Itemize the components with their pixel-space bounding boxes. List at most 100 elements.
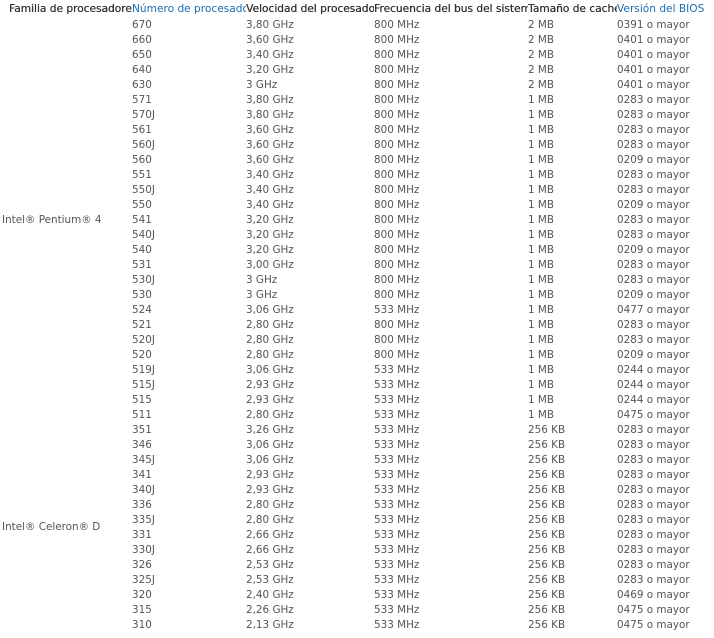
l2-cache-cell: 1 MB — [528, 108, 555, 121]
bios-version-cell: 0283 o mayor — [617, 558, 690, 571]
processor-number-cell: 520J — [132, 333, 155, 346]
l2-cache-cell: 1 MB — [528, 93, 555, 106]
processor-speed-cell: 2,80 GHz — [246, 498, 294, 511]
processor-number-cell: 540 — [132, 243, 152, 256]
processor-number-cell: 320 — [132, 588, 152, 601]
l2-cache-cell: 1 MB — [528, 198, 555, 211]
l2-cache-cell: 2 MB — [528, 63, 555, 76]
processor-compatibility-table: Familia de procesadores Número de proces… — [2, 0, 714, 632]
processor-number-cell: 345J — [132, 453, 155, 466]
l2-cache-cell: 256 KB — [528, 543, 566, 556]
bus-frequency-cell: 800 MHz — [374, 78, 420, 91]
processor-number-cell: 530J — [132, 273, 155, 286]
bus-frequency-cell: 533 MHz — [374, 513, 420, 526]
processor-number-cell: 515J — [132, 378, 155, 391]
processor-speed-cell: 2,53 GHz — [246, 558, 294, 571]
l2-cache-cell: 1 MB — [528, 138, 555, 151]
bios-version-cell: 0401 o mayor — [617, 78, 690, 91]
processor-number-cell: 660 — [132, 33, 152, 46]
bus-frequency-cell: 533 MHz — [374, 423, 420, 436]
bios-version-cell: 0283 o mayor — [617, 528, 690, 541]
bios-version-cell: 0283 o mayor — [617, 258, 690, 271]
l2-cache-cell: 1 MB — [528, 243, 555, 256]
bus-frequency-cell: 533 MHz — [374, 588, 420, 601]
processor-speed-cell: 2,93 GHz — [246, 393, 294, 406]
l2-cache-cell: 256 KB — [528, 513, 566, 526]
bios-version-cell: 0283 o mayor — [617, 423, 690, 436]
processor-speed-cell: 3,06 GHz — [246, 438, 294, 451]
bios-version-cell: 0283 o mayor — [617, 93, 690, 106]
header-bios-version-link[interactable]: Versión del BIOS — [617, 0, 714, 17]
bus-frequency-cell: 533 MHz — [374, 603, 420, 616]
bus-frequency-cell: 533 MHz — [374, 483, 420, 496]
bus-frequency-cell: 533 MHz — [374, 618, 420, 631]
bios-version-cell: 0283 o mayor — [617, 318, 690, 331]
bus-frequency-cell: 533 MHz — [374, 438, 420, 451]
processor-speed-cell: 2,80 GHz — [246, 408, 294, 421]
processor-number-cell: 335J — [132, 513, 155, 526]
bus-frequency-cell: 800 MHz — [374, 138, 420, 151]
bus-frequency-cell: 800 MHz — [374, 333, 420, 346]
bus-frequency-cell: 800 MHz — [374, 273, 420, 286]
processor-speed-cell: 3,40 GHz — [246, 198, 294, 211]
bios-version-cell: 0283 o mayor — [617, 543, 690, 556]
bus-frequency-cell: 800 MHz — [374, 213, 420, 226]
bus-frequency-cell: 800 MHz — [374, 63, 420, 76]
processor-number-cell: 630 — [132, 78, 152, 91]
bus-frequency-cell: 533 MHz — [374, 498, 420, 511]
processor-number-cell: 511 — [132, 408, 152, 421]
l2-cache-cell: 1 MB — [528, 213, 555, 226]
processor-speed-cell: 3,20 GHz — [246, 213, 294, 226]
processor-speed-cell: 2,66 GHz — [246, 528, 294, 541]
bios-version-cell: 0209 o mayor — [617, 153, 690, 166]
header-row: Familia de procesadores Número de proces… — [2, 0, 714, 17]
bios-version-cell: 0283 o mayor — [617, 138, 690, 151]
header-processor-family: Familia de procesadores — [9, 2, 132, 15]
bus-frequency-cell: 800 MHz — [374, 228, 420, 241]
bios-version-cell: 0283 o mayor — [617, 168, 690, 181]
processor-family-cell: Intel® Celeron® D — [2, 521, 101, 533]
processor-number-cell: 571 — [132, 93, 152, 106]
l2-cache-cell: 1 MB — [528, 363, 555, 376]
table-header: Familia de procesadores Número de proces… — [2, 0, 714, 17]
processor-family-cell: Intel® Pentium® 4 — [2, 213, 102, 226]
l2-cache-cell: 1 MB — [528, 318, 555, 331]
bus-frequency-cell: 533 MHz — [374, 378, 420, 391]
header-processor-speed: Velocidad del procesador — [246, 2, 374, 15]
l2-cache-cell: 2 MB — [528, 78, 555, 91]
l2-cache-cell: 256 KB — [528, 468, 566, 481]
processor-number-cell: 346 — [132, 438, 152, 451]
l2-cache-cell: 2 MB — [528, 18, 555, 31]
bios-version-cell: 0283 o mayor — [617, 453, 690, 466]
bus-frequency-cell: 533 MHz — [374, 558, 420, 571]
processor-speed-cell: 3,06 GHz — [246, 363, 294, 376]
l2-cache-cell: 1 MB — [528, 183, 555, 196]
bios-version-cell: 0401 o mayor — [617, 33, 690, 46]
processor-speed-cell: 3,06 GHz — [246, 303, 294, 316]
l2-cache-cell: 1 MB — [528, 288, 555, 301]
bios-version-cell: 0283 o mayor — [617, 228, 690, 241]
bios-version-cell: 0209 o mayor — [617, 288, 690, 301]
bus-frequency-cell: 533 MHz — [374, 543, 420, 556]
processor-speed-cell: 3,00 GHz — [246, 258, 294, 271]
processor-speed-cell: 3 GHz — [246, 78, 278, 91]
processor-speed-cell: 2,13 GHz — [246, 618, 294, 631]
l2-cache-cell: 1 MB — [528, 228, 555, 241]
processor-speed-cell: 3,20 GHz — [246, 243, 294, 256]
bios-version-cell: 0283 o mayor — [617, 108, 690, 121]
processor-number-cell: 330J — [132, 543, 155, 556]
bus-frequency-cell: 800 MHz — [374, 348, 420, 361]
header-processor-number-link[interactable]: Número de procesador — [132, 0, 246, 17]
bios-version-cell: 0283 o mayor — [617, 438, 690, 451]
l2-cache-cell: 1 MB — [528, 168, 555, 181]
bios-version-cell: 0283 o mayor — [617, 123, 690, 136]
header-l2-cache-size: Tamaño de caché L2 — [528, 2, 617, 15]
bios-version-cell: 0283 o mayor — [617, 513, 690, 526]
processor-speed-cell: 3,40 GHz — [246, 48, 294, 61]
bus-frequency-cell: 800 MHz — [374, 258, 420, 271]
processor-speed-cell: 2,80 GHz — [246, 333, 294, 346]
table-row: Intel® Pentium® 4 670 3,80 GHz 800 MHz 2 MB 0… — [2, 17, 714, 226]
bus-frequency-cell: 533 MHz — [374, 453, 420, 466]
bios-version-cell: 0391 o mayor — [617, 18, 690, 31]
processor-number-cell: 325J — [132, 573, 155, 586]
